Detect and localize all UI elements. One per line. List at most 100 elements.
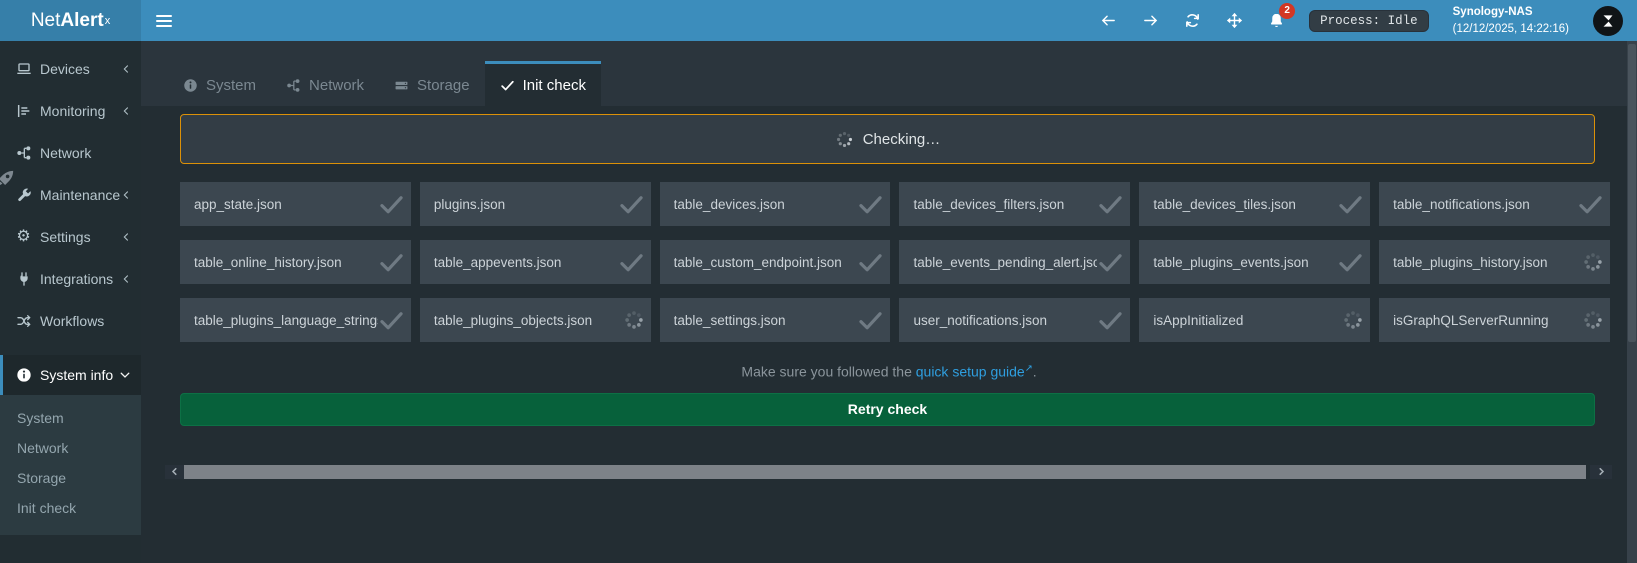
- check-icon: [1337, 249, 1364, 276]
- sidebar-item-maintenance[interactable]: Maintenance: [0, 174, 141, 216]
- chevron-down-icon: [119, 369, 131, 381]
- brand-prefix: Net: [31, 10, 61, 32]
- check-item-name: table_plugins_events.json: [1153, 255, 1308, 270]
- sidebar-item-network[interactable]: Network: [0, 132, 141, 174]
- avatar-glyph-icon: [1599, 12, 1617, 30]
- init-check-item-table-notifications-json: table_notifications.json: [1379, 182, 1610, 226]
- external-link-icon: ↗: [1025, 363, 1033, 374]
- sidebar-subitem-storage[interactable]: Storage: [0, 463, 141, 493]
- notifications-button[interactable]: 2: [1267, 12, 1285, 30]
- refresh-icon[interactable]: [1183, 12, 1201, 30]
- check-icon: [500, 78, 515, 93]
- init-check-item-table-plugins-events-json: table_plugins_events.json: [1139, 240, 1370, 284]
- check-status-text: Checking…: [863, 131, 941, 148]
- check-icon: [378, 307, 405, 334]
- check-item-name: isAppInitialized: [1153, 313, 1243, 328]
- hamburger-icon: [156, 15, 172, 27]
- sidebar-item-devices[interactable]: Devices: [0, 48, 141, 90]
- help-text: Make sure you followed the quick setup g…: [141, 363, 1637, 380]
- check-icon: [857, 307, 884, 334]
- init-check-item-table-plugins-history-json: table_plugins_history.json: [1379, 240, 1610, 284]
- check-icon: [1337, 191, 1364, 218]
- check-item-name: table_devices_tiles.json: [1153, 197, 1296, 212]
- user-avatar[interactable]: [1593, 6, 1623, 36]
- help-suffix: .: [1033, 364, 1037, 380]
- sidebar-item-label: Settings: [40, 229, 91, 245]
- init-check-item-user-notifications-json: user_notifications.json: [899, 298, 1130, 342]
- check-icon: [618, 249, 645, 276]
- content-area: System Network Storage Init check Checking……: [141, 41, 1637, 563]
- init-check-item-table-appevents-json: table_appevents.json: [420, 240, 651, 284]
- check-icon: [857, 191, 884, 218]
- vertical-scrollbar-thumb[interactable]: [1628, 44, 1636, 342]
- check-item-name: plugins.json: [434, 197, 505, 212]
- chevron-left-icon: [121, 64, 131, 74]
- check-item-name: table_devices.json: [674, 197, 785, 212]
- check-icon: [618, 191, 645, 218]
- init-check-item-table-settings-json: table_settings.json: [660, 298, 891, 342]
- sidebar-item-integrations[interactable]: Integrations: [0, 258, 141, 300]
- help-prefix: Make sure you followed the: [741, 364, 915, 380]
- chevron-left-icon: [121, 190, 131, 200]
- info-icon: [183, 78, 198, 93]
- sidebar-subitem-system[interactable]: System: [0, 403, 141, 433]
- forward-arrow-icon[interactable]: [1141, 12, 1159, 30]
- vertical-scrollbar[interactable]: [1627, 41, 1637, 563]
- chevron-left-icon: [170, 467, 179, 476]
- host-name: Synology-NAS: [1453, 4, 1569, 20]
- check-item-name: table_online_history.json: [194, 255, 342, 270]
- sidebar-item-label: Network: [40, 145, 91, 161]
- host-timestamp: (12/12/2025, 14:22:16): [1453, 21, 1569, 37]
- check-item-name: isGraphQLServerRunning: [1393, 313, 1548, 328]
- quick-setup-guide-link[interactable]: quick setup guide: [916, 364, 1025, 380]
- sidebar-toggle-button[interactable]: [141, 0, 187, 41]
- init-check-item-isgraphqlserverrunning: isGraphQLServerRunning: [1379, 298, 1610, 342]
- network-icon: [286, 78, 301, 93]
- shuffle-icon: [14, 313, 33, 329]
- sidebar-item-monitoring[interactable]: Monitoring: [0, 90, 141, 132]
- move-icon[interactable]: [1225, 12, 1243, 30]
- info-icon: [14, 367, 33, 383]
- rocket-icon: [0, 167, 17, 190]
- tab-system[interactable]: System: [168, 61, 271, 106]
- spinner-icon: [1582, 309, 1604, 331]
- back-arrow-icon[interactable]: [1099, 12, 1117, 30]
- sidebar-item-workflows[interactable]: Workflows: [0, 300, 141, 342]
- tab-network[interactable]: Network: [271, 61, 379, 106]
- tab-storage[interactable]: Storage: [379, 61, 485, 106]
- spinner-icon: [623, 309, 645, 331]
- app-logo[interactable]: NetAlertx: [0, 0, 141, 41]
- init-check-item-app-state-json: app_state.json: [180, 182, 411, 226]
- check-status-banner: Checking…: [180, 114, 1595, 164]
- retry-check-button[interactable]: Retry check: [180, 393, 1595, 426]
- check-item-name: table_plugins_language_strings.json: [194, 313, 378, 328]
- check-item-name: table_custom_endpoint.json: [674, 255, 842, 270]
- scroll-left-button[interactable]: [165, 465, 184, 479]
- tab-label: Storage: [417, 77, 470, 94]
- spinner-icon: [1342, 309, 1364, 331]
- sidebar-item-label: Integrations: [40, 271, 113, 287]
- sidebar-item-system-info[interactable]: System info: [0, 355, 141, 395]
- check-item-name: table_plugins_objects.json: [434, 313, 592, 328]
- init-check-pane: Checking… app_state.json plugins.json tabl…: [141, 106, 1637, 563]
- tab-label: Init check: [523, 77, 586, 94]
- check-icon: [378, 249, 405, 276]
- sidebar-item-label: Devices: [40, 61, 90, 77]
- check-item-name: user_notifications.json: [913, 313, 1047, 328]
- tab-label: System: [206, 77, 256, 94]
- tab-init-check[interactable]: Init check: [485, 61, 601, 106]
- horizontal-scrollbar-thumb[interactable]: [184, 465, 1586, 479]
- init-check-item-plugins-json: plugins.json: [420, 182, 651, 226]
- chart-icon: [14, 103, 33, 119]
- check-icon: [857, 249, 884, 276]
- host-info: Synology-NAS (12/12/2025, 14:22:16): [1453, 4, 1569, 36]
- check-item-name: table_devices_filters.json: [913, 197, 1064, 212]
- scroll-right-button[interactable]: [1590, 465, 1612, 479]
- sidebar-subitem-network[interactable]: Network: [0, 433, 141, 463]
- sidebar-item-label: Maintenance: [40, 187, 120, 203]
- sidebar-item-label: Monitoring: [40, 103, 105, 119]
- sidebar-item-settings[interactable]: ⚙Settings: [0, 216, 141, 258]
- sidebar-subitem-init-check[interactable]: Init check: [0, 493, 141, 523]
- check-icon: [378, 191, 405, 218]
- check-icon: [1097, 307, 1124, 334]
